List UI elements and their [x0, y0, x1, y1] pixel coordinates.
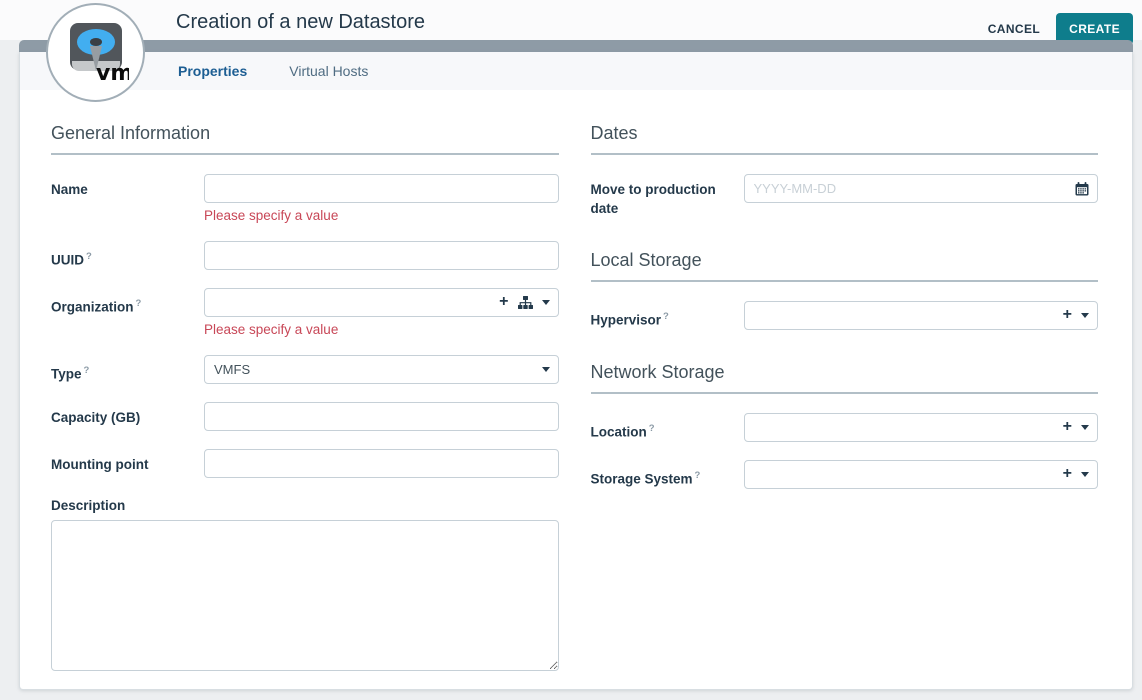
- datastore-drive-icon: vm: [63, 22, 129, 84]
- help-indicator: ?: [136, 298, 142, 309]
- caret-down-icon[interactable]: [542, 300, 550, 305]
- add-icon[interactable]: +: [1063, 307, 1072, 323]
- hypervisor-input[interactable]: [744, 301, 1099, 330]
- name-input[interactable]: [204, 174, 559, 203]
- description-textarea[interactable]: [51, 520, 559, 671]
- tab-properties[interactable]: Properties: [178, 63, 247, 79]
- tab-virtual-hosts[interactable]: Virtual Hosts: [289, 63, 368, 79]
- storage-system-input[interactable]: [744, 460, 1099, 489]
- organization-error-message: Please specify a value: [204, 322, 559, 337]
- section-local-storage: Local Storage Hypervisor? +: [591, 250, 1099, 330]
- help-indicator: ?: [663, 311, 669, 322]
- capacity-label: Capacity (GB): [51, 402, 204, 427]
- type-selected-value: VMFS: [214, 362, 250, 377]
- right-column: Dates Move to production date: [591, 123, 1099, 676]
- caret-down-icon[interactable]: [542, 367, 550, 372]
- sitemap-icon[interactable]: [518, 296, 533, 309]
- organization-label: Organization?: [51, 288, 204, 317]
- form-row-organization: Organization? +: [51, 288, 559, 337]
- name-error-message: Please specify a value: [204, 208, 559, 223]
- help-indicator: ?: [86, 251, 92, 262]
- form-row-storage-system: Storage System? +: [591, 460, 1099, 489]
- production-date-label: Move to production date: [591, 174, 744, 218]
- form-row-capacity: Capacity (GB): [51, 402, 559, 431]
- add-icon[interactable]: +: [1063, 466, 1072, 482]
- form-row-production-date: Move to production date: [591, 174, 1099, 218]
- logo-vm-text: vm: [96, 61, 129, 84]
- cancel-button[interactable]: CANCEL: [986, 16, 1042, 42]
- calendar-icon[interactable]: [1075, 182, 1089, 196]
- production-date-input[interactable]: [744, 174, 1099, 203]
- section-heading: General Information: [51, 123, 559, 155]
- help-indicator: ?: [649, 423, 655, 434]
- top-header: Creation of a new Datastore CANCEL CREAT…: [0, 0, 1142, 40]
- hypervisor-label: Hypervisor?: [591, 301, 744, 330]
- form-row-description: Description: [51, 496, 559, 676]
- help-indicator: ?: [84, 365, 90, 376]
- mounting-point-input[interactable]: [204, 449, 559, 478]
- location-label: Location?: [591, 413, 744, 442]
- uuid-input[interactable]: [204, 241, 559, 270]
- form-content: General Information Name Please specify …: [20, 90, 1132, 676]
- section-heading: Dates: [591, 123, 1099, 155]
- mounting-point-label: Mounting point: [51, 449, 204, 474]
- section-heading: Local Storage: [591, 250, 1099, 282]
- caret-down-icon[interactable]: [1081, 472, 1089, 477]
- caret-down-icon[interactable]: [1081, 425, 1089, 430]
- header-accent-bar: [19, 40, 1133, 52]
- left-column: General Information Name Please specify …: [51, 123, 559, 676]
- datastore-logo: vm: [46, 3, 145, 102]
- section-network-storage: Network Storage Location? +: [591, 362, 1099, 489]
- tabs-bar: Properties Virtual Hosts: [20, 52, 1132, 90]
- caret-down-icon[interactable]: [1081, 313, 1089, 318]
- add-icon[interactable]: +: [499, 294, 508, 310]
- section-general-information: General Information Name Please specify …: [51, 123, 559, 676]
- section-heading: Network Storage: [591, 362, 1099, 394]
- form-row-mounting-point: Mounting point: [51, 449, 559, 478]
- form-row-location: Location? +: [591, 413, 1099, 442]
- form-row-type: Type? VMFS: [51, 355, 559, 384]
- name-label: Name: [51, 174, 204, 199]
- uuid-label: UUID?: [51, 241, 204, 270]
- storage-system-label: Storage System?: [591, 460, 744, 489]
- form-row-name: Name Please specify a value: [51, 174, 559, 223]
- section-dates: Dates Move to production date: [591, 123, 1099, 218]
- datastore-creation-page: Creation of a new Datastore CANCEL CREAT…: [0, 0, 1142, 700]
- capacity-input[interactable]: [204, 402, 559, 431]
- type-label: Type?: [51, 355, 204, 384]
- help-indicator: ?: [695, 470, 701, 481]
- location-input[interactable]: [744, 413, 1099, 442]
- form-panel: Properties Virtual Hosts General Informa…: [19, 52, 1133, 690]
- page-title: Creation of a new Datastore: [176, 11, 425, 34]
- form-row-uuid: UUID?: [51, 241, 559, 270]
- add-icon[interactable]: +: [1063, 419, 1072, 435]
- form-row-hypervisor: Hypervisor? +: [591, 301, 1099, 330]
- type-select[interactable]: VMFS: [204, 355, 559, 384]
- description-label: Description: [51, 496, 559, 515]
